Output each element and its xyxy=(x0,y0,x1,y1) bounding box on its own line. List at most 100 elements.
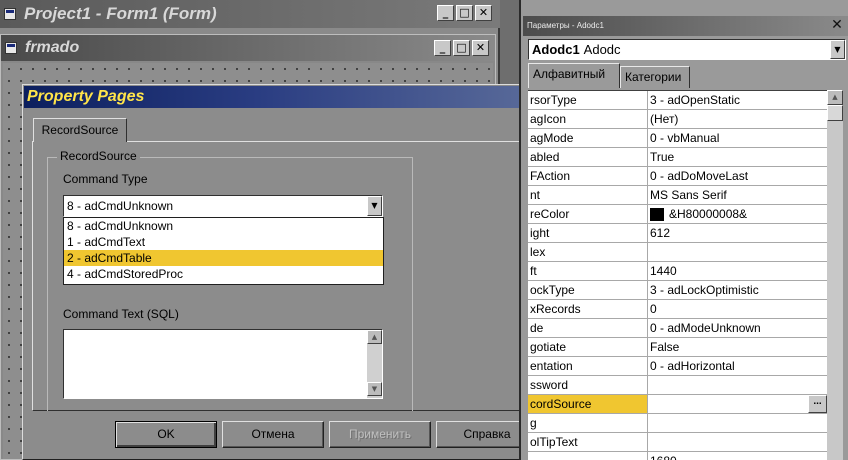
property-name: de xyxy=(528,319,648,337)
property-row[interactable]: de 0 - adModeUnknown xyxy=(528,319,827,338)
project-title-bar[interactable]: Project1 - Form1 (Form) _ □ ✕ xyxy=(0,0,500,28)
property-row[interactable]: agIcon (Нет) xyxy=(528,110,827,129)
list-item[interactable]: 8 - adCmdUnknown xyxy=(64,218,383,234)
minimize-button[interactable]: _ xyxy=(437,5,454,21)
property-name: ockType xyxy=(528,281,648,299)
property-row[interactable]: abled True xyxy=(528,148,827,167)
property-value[interactable]: &H80000008& xyxy=(648,205,827,223)
form-title: frmado xyxy=(25,39,80,56)
property-name: xRecords xyxy=(528,300,648,318)
dialog-title-bar[interactable]: Property Pages ✕ xyxy=(24,86,544,108)
form-maximize-button[interactable]: □ xyxy=(453,40,470,56)
object-select[interactable]: Adodc1 Adodc ▼ xyxy=(528,39,846,60)
form-icon xyxy=(4,8,16,20)
tab-categories[interactable]: Категории xyxy=(620,66,690,88)
properties-title-bar[interactable]: Параметры - Adodc1 ✕ xyxy=(523,16,848,36)
property-value[interactable]: 0 - adHorizontal xyxy=(648,357,827,375)
chevron-down-icon[interactable]: ▼ xyxy=(830,40,845,59)
property-value[interactable] xyxy=(648,376,827,394)
property-name: ft xyxy=(528,262,648,280)
property-value[interactable] xyxy=(648,243,827,261)
property-name: ight xyxy=(528,224,648,242)
property-name: agMode xyxy=(528,129,648,147)
property-grid: rsorType 3 - adOpenStatic agIcon (Нет) agM… xyxy=(528,90,827,460)
property-name: lex xyxy=(528,243,648,261)
property-value[interactable]: 1680 xyxy=(648,452,827,460)
scroll-thumb[interactable] xyxy=(827,105,843,121)
property-row[interactable]: entation 0 - adHorizontal xyxy=(528,357,827,376)
command-text-scrollbar[interactable]: ▲ ▼ xyxy=(367,330,382,398)
property-row[interactable]: ssword xyxy=(528,376,827,395)
property-row[interactable]: nt MS Sans Serif xyxy=(528,186,827,205)
ok-button[interactable]: OK xyxy=(115,421,217,448)
property-name: entation xyxy=(528,357,648,375)
property-value[interactable]: False xyxy=(648,338,827,356)
dialog-title: Property Pages xyxy=(27,88,145,105)
property-value[interactable]: 3 - adOpenStatic xyxy=(648,91,827,109)
property-pages-dialog: Property Pages ✕ RecordSource RecordSour… xyxy=(22,84,546,460)
form-icon xyxy=(5,42,17,54)
property-value[interactable]: 0 xyxy=(648,300,827,318)
property-row[interactable]: lex xyxy=(528,243,827,262)
property-name: reColor xyxy=(528,205,648,223)
chevron-down-icon[interactable]: ▼ xyxy=(367,196,382,216)
property-row[interactable]: ft 1440 xyxy=(528,262,827,281)
property-row[interactable]: 1680 xyxy=(528,452,827,460)
command-text-input[interactable]: ▲ ▼ xyxy=(63,329,383,399)
property-name: ssword xyxy=(528,376,648,394)
property-name: cordSource xyxy=(528,395,648,413)
property-value[interactable]: (Нет) xyxy=(648,110,827,128)
tab-alphabetic[interactable]: Алфавитный xyxy=(528,63,620,88)
property-row[interactable]: ockType 3 - adLockOptimistic xyxy=(528,281,827,300)
command-text-label: Command Text (SQL) xyxy=(63,307,179,321)
scroll-up-icon[interactable]: ▲ xyxy=(367,330,382,344)
group-title: RecordSource xyxy=(57,149,140,163)
command-type-select[interactable]: 8 - adCmdUnknown ▼ xyxy=(63,195,383,217)
property-row[interactable]: olTipText xyxy=(528,433,827,452)
list-item[interactable]: 4 - adCmdStoredProc xyxy=(64,266,383,282)
property-row[interactable]: gotiate False xyxy=(528,338,827,357)
property-value[interactable]: 0 - adDoMoveLast xyxy=(648,167,827,185)
close-button[interactable]: ✕ xyxy=(475,5,492,21)
command-type-value: 8 - adCmdUnknown xyxy=(67,199,174,213)
tab-recordsource[interactable]: RecordSource xyxy=(33,118,127,142)
property-value[interactable]: 3 - adLockOptimistic xyxy=(648,281,827,299)
property-row[interactable]: g xyxy=(528,414,827,433)
property-value[interactable]: True xyxy=(648,148,827,166)
property-name: agIcon xyxy=(528,110,648,128)
maximize-button[interactable]: □ xyxy=(456,5,473,21)
apply-button[interactable]: Применить xyxy=(329,421,431,448)
scroll-down-icon[interactable]: ▼ xyxy=(367,382,382,396)
property-name: FAction xyxy=(528,167,648,185)
property-value[interactable]: 1440 xyxy=(648,262,827,280)
property-name xyxy=(528,452,648,460)
form-title-bar[interactable]: frmado _ □ ✕ xyxy=(1,35,495,61)
form-minimize-button[interactable]: _ xyxy=(434,40,451,56)
cancel-button[interactable]: Отмена xyxy=(222,421,324,448)
property-value[interactable] xyxy=(648,414,827,432)
property-row[interactable]: agMode 0 - vbManual xyxy=(528,129,827,148)
property-row[interactable]: FAction 0 - adDoMoveLast xyxy=(528,167,827,186)
property-value[interactable]: MS Sans Serif xyxy=(648,186,827,204)
list-item[interactable]: 1 - adCmdText xyxy=(64,234,383,250)
list-item-highlighted[interactable]: 2 - adCmdTable xyxy=(64,250,383,266)
object-name: Adodc1 xyxy=(532,42,580,57)
property-value[interactable] xyxy=(648,433,827,451)
property-value[interactable]: 0 - adModeUnknown xyxy=(648,319,827,337)
property-value[interactable]: 0 - vbManual xyxy=(648,129,827,147)
command-type-label: Command Type xyxy=(63,172,148,186)
property-name: rsorType xyxy=(528,91,648,109)
properties-title: Параметры - Adodc1 xyxy=(527,21,604,30)
scroll-up-icon[interactable]: ▲ xyxy=(827,90,843,105)
properties-scrollbar[interactable]: ▲ xyxy=(827,90,843,460)
properties-close-button[interactable]: ✕ xyxy=(829,18,845,33)
form-close-button[interactable]: ✕ xyxy=(472,40,489,56)
ellipsis-button[interactable]: ... xyxy=(808,395,827,413)
property-value[interactable]: ... xyxy=(648,395,827,413)
property-row[interactable]: ight 612 xyxy=(528,224,827,243)
property-row-selected[interactable]: cordSource... xyxy=(528,395,827,414)
property-row[interactable]: rsorType 3 - adOpenStatic xyxy=(528,91,827,110)
property-row[interactable]: reColor &H80000008& xyxy=(528,205,827,224)
property-row[interactable]: xRecords 0 xyxy=(528,300,827,319)
property-value[interactable]: 612 xyxy=(648,224,827,242)
